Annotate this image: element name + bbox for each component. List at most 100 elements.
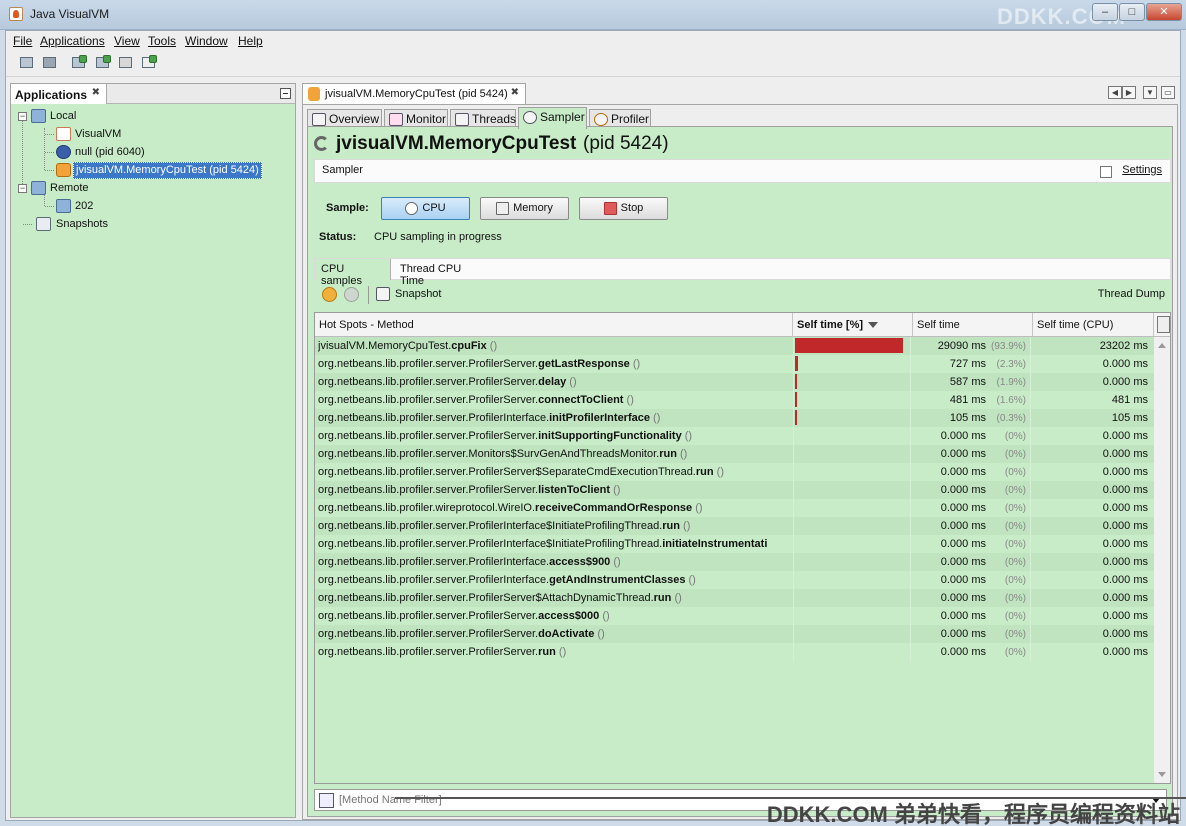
self-time-value: 0.000 ms [940, 448, 986, 460]
save-icon[interactable] [41, 54, 59, 72]
maximize-document-icon[interactable]: ▭ [1161, 86, 1175, 99]
table-row[interactable]: org.netbeans.lib.profiler.server.Profile… [315, 355, 1154, 373]
table-row[interactable]: org.netbeans.lib.profiler.server.Profile… [315, 643, 1154, 661]
sampler-section-label: Sampler [322, 164, 363, 176]
tree-node-remote[interactable]: − Remote [18, 180, 278, 197]
table-row[interactable]: org.netbeans.lib.profiler.server.Profile… [315, 607, 1154, 625]
tree-node-snapshots[interactable]: Snapshots [18, 216, 278, 233]
table-row[interactable]: org.netbeans.lib.profiler.server.Monitor… [315, 445, 1154, 463]
column-self-time-pct[interactable]: Self time [%] [793, 313, 913, 337]
table-row[interactable]: org.netbeans.lib.profiler.server.Profile… [315, 571, 1154, 589]
table-row[interactable]: org.netbeans.lib.profiler.server.Profile… [315, 373, 1154, 391]
column-self-time-cpu[interactable]: Self time (CPU) [1033, 313, 1154, 337]
self-time-bar-cell [793, 535, 911, 553]
table-row[interactable]: org.netbeans.lib.profiler.server.Profile… [315, 517, 1154, 535]
tab-sampler[interactable]: Sampler [518, 107, 587, 129]
settings-label[interactable]: Settings [1122, 164, 1162, 176]
close-tab-icon[interactable]: ✖ [511, 87, 519, 98]
minimize-button[interactable]: – [1092, 3, 1118, 21]
collapse-icon[interactable]: − [18, 112, 27, 121]
document-tab[interactable]: jvisualVM.MemoryCpuTest (pid 5424) ✖ [302, 83, 526, 104]
method-prefix: org.netbeans.lib.profiler.server.Profile… [318, 610, 539, 622]
memory-icon [496, 201, 510, 215]
table-row[interactable]: org.netbeans.lib.profiler.server.Profile… [315, 535, 1154, 553]
tab-thread-cpu-time[interactable]: Thread CPU Time [394, 259, 494, 287]
table-row[interactable]: org.netbeans.lib.profiler.server.Profile… [315, 427, 1154, 445]
cpu-button-label: CPU [422, 202, 446, 214]
table-row[interactable]: jvisualVM.MemoryCpuTest.cpuFix () 29090 m… [315, 337, 1154, 355]
snapshot-button[interactable]: Snapshot [395, 288, 441, 300]
table-row[interactable]: org.netbeans.lib.profiler.server.Profile… [315, 409, 1154, 427]
table-row[interactable]: org.netbeans.lib.profiler.server.Profile… [315, 553, 1154, 571]
close-tab-icon[interactable]: ✖ [92, 87, 100, 98]
method-name: run [538, 646, 556, 658]
document-list-icon[interactable]: ▼ [1143, 86, 1157, 99]
stop-icon [603, 201, 617, 215]
add-jmx-connection-icon[interactable] [70, 54, 88, 72]
maximize-button[interactable]: □ [1119, 3, 1145, 21]
method-parens: () [692, 502, 703, 514]
column-method[interactable]: Hot Spots - Method [315, 313, 793, 337]
minimize-panel-icon[interactable] [280, 88, 291, 99]
process-pid: (pid 5424) [583, 133, 669, 154]
scroll-up-icon[interactable] [1158, 343, 1166, 348]
method-parens: () [629, 358, 641, 370]
scroll-right-icon[interactable]: ▶ [1122, 86, 1136, 99]
menu-tools[interactable]: Tools [148, 34, 176, 48]
method-cell: org.netbeans.lib.profiler.server.Profile… [318, 625, 791, 643]
self-time-value: 0.000 ms [940, 538, 986, 550]
table-row[interactable]: org.netbeans.lib.profiler.wireprotocol.W… [315, 499, 1154, 517]
scroll-left-icon[interactable]: ◀ [1108, 86, 1122, 99]
self-time-cpu-cell: 0.000 ms [1102, 466, 1148, 478]
collapse-icon[interactable]: − [18, 184, 27, 193]
load-snapshot-icon[interactable] [18, 54, 36, 72]
memory-button[interactable]: Memory [480, 197, 569, 220]
tree-node-local[interactable]: − Local [18, 108, 278, 125]
method-prefix: jvisualVM.MemoryCpuTest. [318, 340, 452, 352]
tree-node-visualvm[interactable]: VisualVM [18, 126, 278, 143]
refresh-icon[interactable] [344, 287, 359, 302]
tree-node-memorycputest[interactable]: jvisualVM.MemoryCpuTest (pid 5424) [18, 162, 278, 179]
sampler-header: Sampler Settings [314, 159, 1171, 183]
snapshot-icon[interactable] [376, 287, 390, 301]
method-cell: org.netbeans.lib.profiler.server.Profile… [318, 391, 791, 409]
monitor-icon [389, 113, 403, 126]
table-row[interactable]: org.netbeans.lib.profiler.server.Profile… [315, 625, 1154, 643]
method-parens: () [566, 376, 577, 388]
self-time-cpu-cell: 0.000 ms [1102, 430, 1148, 442]
tree-node-null[interactable]: null (pid 6040) [18, 144, 278, 161]
method-name: connectToClient [538, 394, 624, 406]
tab-cpu-samples[interactable]: CPU samples [315, 259, 391, 287]
applications-tab[interactable]: Applications ✖ [11, 84, 107, 104]
table-row[interactable]: org.netbeans.lib.profiler.server.Profile… [315, 589, 1154, 607]
cpu-button[interactable]: CPU [381, 197, 470, 220]
settings-checkbox[interactable] [1100, 166, 1112, 178]
close-button[interactable]: ✕ [1146, 3, 1182, 21]
menu-window[interactable]: Window [185, 34, 228, 48]
method-parens: () [610, 556, 621, 568]
filter-type-icon[interactable] [319, 793, 334, 808]
add-remote-host-icon[interactable] [94, 54, 112, 72]
menu-applications[interactable]: Applications [40, 34, 105, 48]
thread-dump-button[interactable]: Thread Dump [1098, 288, 1165, 300]
tree-node-remote-host[interactable]: 202 [18, 198, 278, 215]
scroll-down-icon[interactable] [1158, 772, 1166, 777]
table-row[interactable]: org.netbeans.lib.profiler.server.Profile… [315, 481, 1154, 499]
vertical-scrollbar[interactable] [1154, 337, 1170, 783]
method-parens: () [713, 466, 724, 478]
stop-button[interactable]: Stop [579, 197, 668, 220]
table-row[interactable]: org.netbeans.lib.profiler.server.Profile… [315, 391, 1154, 409]
column-self-time[interactable]: Self time [913, 313, 1033, 337]
method-name: listenToClient [538, 484, 611, 496]
column-selector-icon[interactable] [1157, 316, 1170, 333]
add-snapshot-icon[interactable] [140, 54, 158, 72]
method-prefix: org.netbeans.lib.profiler.server.Profile… [318, 466, 696, 478]
menu-view[interactable]: View [114, 34, 140, 48]
add-coredump-icon[interactable] [117, 54, 135, 72]
pause-icon[interactable] [322, 287, 337, 302]
self-time-cell: 105 ms (0.3%) [913, 409, 1031, 427]
table-row[interactable]: org.netbeans.lib.profiler.server.Profile… [315, 463, 1154, 481]
tab-monitor-label: Monitor [406, 112, 447, 126]
menu-file[interactable]: File [13, 34, 32, 48]
menu-help[interactable]: Help [238, 34, 263, 48]
